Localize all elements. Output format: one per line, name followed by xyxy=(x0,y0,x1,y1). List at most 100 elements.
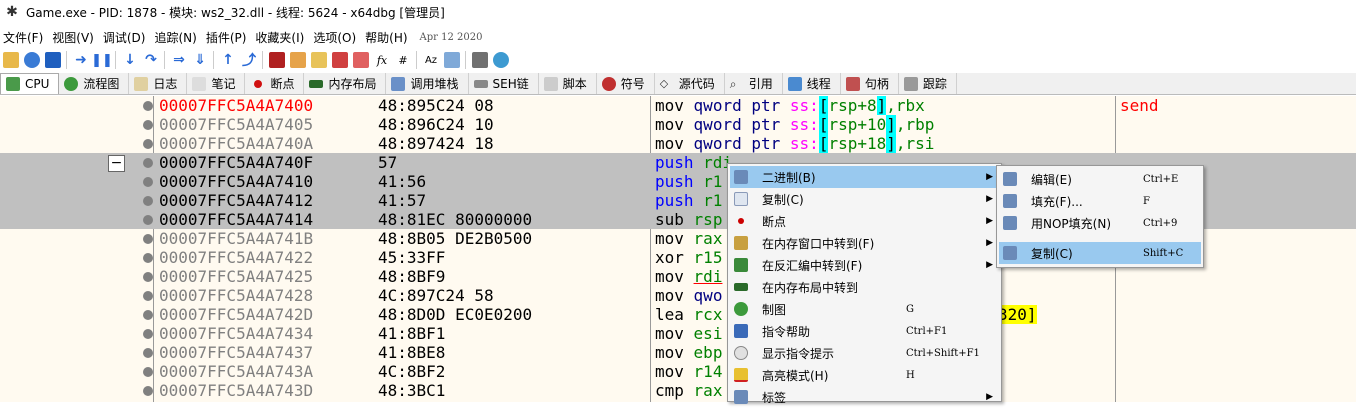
menu-debug[interactable]: 调试(D) xyxy=(100,29,152,46)
script-stop-icon[interactable] xyxy=(269,52,285,68)
menu-item-instruction-help[interactable]: 指令帮助 Ctrl+F1 xyxy=(730,320,999,342)
bytes: 48:896C24 10 xyxy=(378,115,494,134)
breakpoint-dot[interactable] xyxy=(143,101,153,111)
breakpoint-dot[interactable] xyxy=(143,234,153,244)
step-into-icon[interactable]: ↓ xyxy=(122,52,138,68)
tab-breakpoints[interactable]: 断点 xyxy=(245,73,305,94)
execute-till-return-icon[interactable]: ↑ xyxy=(220,52,236,68)
tab-log[interactable]: 日志 xyxy=(129,73,188,94)
disasm-row[interactable]: 00007FFC5A4A743D 48:3BC1 cmp rax xyxy=(0,381,1356,400)
submenu-item-fill[interactable]: 填充(F)... F xyxy=(999,190,1201,212)
tab-script[interactable]: 脚本 xyxy=(539,73,597,94)
breakpoint-dot[interactable] xyxy=(143,196,153,206)
menu-item-follow-in-memmap[interactable]: 在内存布局中转到 xyxy=(730,276,999,298)
menu-item-follow-in-disasm[interactable]: 在反汇编中转到(F) ▶ xyxy=(730,254,999,276)
menu-item-follow-in-dump[interactable]: 在内存窗口中转到(F) ▶ xyxy=(730,232,999,254)
tab-references[interactable]: ⌕ 引用 xyxy=(725,73,783,94)
globe-icon[interactable] xyxy=(493,52,509,68)
collapse-button[interactable]: − xyxy=(108,155,125,172)
breakpoint-dot[interactable] xyxy=(143,310,153,320)
open-icon[interactable] xyxy=(3,52,19,68)
bookmarks-icon[interactable] xyxy=(353,52,369,68)
breakpoint-dot[interactable] xyxy=(143,329,153,339)
stop-icon[interactable] xyxy=(45,52,61,68)
menu-item-breakpoint[interactable]: 断点 ▶ xyxy=(730,210,999,232)
tab-trace[interactable]: 跟踪 xyxy=(899,73,957,94)
breakpoint-dot[interactable] xyxy=(143,139,153,149)
submenu-item-copy[interactable]: 复制(C) Shift+C xyxy=(999,242,1201,264)
menu-file[interactable]: 文件(F) xyxy=(0,29,49,46)
disasm-row[interactable]: 00007FFC5A4A7405 48:896C24 10 mov qword … xyxy=(0,115,1356,134)
step-over-icon[interactable]: ↷ xyxy=(143,52,159,68)
breakpoint-dot[interactable] xyxy=(143,177,153,187)
disasm-row[interactable]: 00007FFC5A4A740A 48:897424 18 mov qword … xyxy=(0,134,1356,153)
restart-icon[interactable] xyxy=(24,52,40,68)
edit-icon xyxy=(1003,172,1017,186)
tab-notes[interactable]: 笔记 xyxy=(187,73,246,94)
bytes: 41:56 xyxy=(378,172,427,191)
menu-item-graph[interactable]: 制图 G xyxy=(730,298,999,320)
disasm-row[interactable]: 00007FFC5A4A742D 48:8D0D EC0E0200 lea rc… xyxy=(0,305,1356,324)
breakpoint-dot[interactable] xyxy=(143,272,153,282)
hash-icon[interactable]: # xyxy=(395,52,411,68)
disasm-row[interactable]: 00007FFC5A4A7425 48:8BF9 mov rdi xyxy=(0,267,1356,286)
menu-item-label[interactable]: 标签 ▶ xyxy=(730,386,999,408)
breakpoint-dot[interactable] xyxy=(143,367,153,377)
breakpoint-dot[interactable] xyxy=(143,386,153,396)
tab-call-stack[interactable]: 调用堆栈 xyxy=(386,73,469,94)
bytes: 48:897424 18 xyxy=(378,134,494,153)
context-menu: 二进制(B) ▶ 复制(C) ▶ 断点 ▶ 在内存窗口中转到(F) ▶ 在反汇编… xyxy=(727,163,1002,405)
breakpoint-dot[interactable] xyxy=(143,120,153,130)
breakpoint-dot[interactable] xyxy=(143,348,153,358)
disasm-row[interactable]: 00007FFC5A4A7434 41:8BF1 mov esi xyxy=(0,324,1356,343)
tab-threads[interactable]: 线程 xyxy=(783,73,841,94)
tab-memory-map[interactable]: 内存布局 xyxy=(304,73,387,94)
menu-favourites[interactable]: 收藏夹(I) xyxy=(252,29,310,46)
pause-icon[interactable]: ❚❚ xyxy=(91,52,113,68)
submenu-item-fill-nop[interactable]: 用NOP填充(N) Ctrl+9 xyxy=(999,212,1201,234)
tab-handles[interactable]: 句柄 xyxy=(841,73,899,94)
menu-item-binary[interactable]: 二进制(B) ▶ xyxy=(730,166,999,188)
bytes: 45:33FF xyxy=(378,248,446,267)
tab-symbols[interactable]: 符号 xyxy=(597,73,655,94)
tab-cpu[interactable]: CPU xyxy=(0,73,60,94)
address: 00007FFC5A4A7428 xyxy=(159,286,314,305)
toolbar-separator xyxy=(66,51,67,69)
menu-help[interactable]: 帮助(H) xyxy=(362,29,413,46)
tab-graph[interactable]: 流程图 xyxy=(59,73,130,94)
breakpoint-dot[interactable] xyxy=(143,215,153,225)
breakpoint-dot[interactable] xyxy=(143,253,153,263)
toolbar-separator xyxy=(262,51,263,69)
trace-into-icon[interactable]: ⇒ xyxy=(171,52,187,68)
disasm-row[interactable]: 00007FFC5A4A7437 41:8BE8 mov ebp xyxy=(0,343,1356,362)
comments-icon[interactable] xyxy=(311,52,327,68)
breakpoint-dot[interactable] xyxy=(143,158,153,168)
menu-item-show-hint[interactable]: 显示指令提示 Ctrl+Shift+F1 xyxy=(730,342,999,364)
search-icon: ⌕ xyxy=(729,76,737,91)
run-icon[interactable]: ➜ xyxy=(73,52,89,68)
menu-trace[interactable]: 追踪(N) xyxy=(151,29,202,46)
menu-item-highlight-mode[interactable]: 高亮模式(H) H xyxy=(730,364,999,386)
run-to-user-code-icon[interactable]: ⤴ xyxy=(241,52,257,69)
tab-seh[interactable]: SEH链 xyxy=(469,73,539,94)
function-icon[interactable]: fx xyxy=(374,52,390,68)
tab-source[interactable]: ◇ 源代码 xyxy=(655,73,725,94)
menu-view[interactable]: 视图(V) xyxy=(49,29,100,46)
disasm-row[interactable]: 00007FFC5A4A7428 4C:897C24 58 mov qwo xyxy=(0,286,1356,305)
submenu-item-edit[interactable]: 编辑(E) Ctrl+E xyxy=(999,168,1201,190)
font-icon[interactable]: Az xyxy=(423,52,439,68)
menu-options[interactable]: 选项(O) xyxy=(310,29,362,46)
disasm-row[interactable]: 00007FFC5A4A7400 48:895C24 08 mov qword … xyxy=(0,96,1356,115)
menu-plugins[interactable]: 插件(P) xyxy=(203,29,253,46)
patch-icon[interactable] xyxy=(290,52,306,68)
calculator-icon[interactable] xyxy=(472,52,488,68)
bytes: 48:8B05 DE2B0500 xyxy=(378,229,533,248)
symbol-icon xyxy=(601,76,616,91)
menu-item-copy[interactable]: 复制(C) ▶ xyxy=(730,188,999,210)
disasm-row[interactable]: 00007FFC5A4A743A 4C:8BF2 mov r14 xyxy=(0,362,1356,381)
trace-over-icon[interactable]: ⇓ xyxy=(192,52,208,68)
settings-icon[interactable] xyxy=(444,52,460,68)
trace-icon xyxy=(903,76,918,91)
breakpoint-dot[interactable] xyxy=(143,291,153,301)
labels-icon[interactable] xyxy=(332,52,348,68)
